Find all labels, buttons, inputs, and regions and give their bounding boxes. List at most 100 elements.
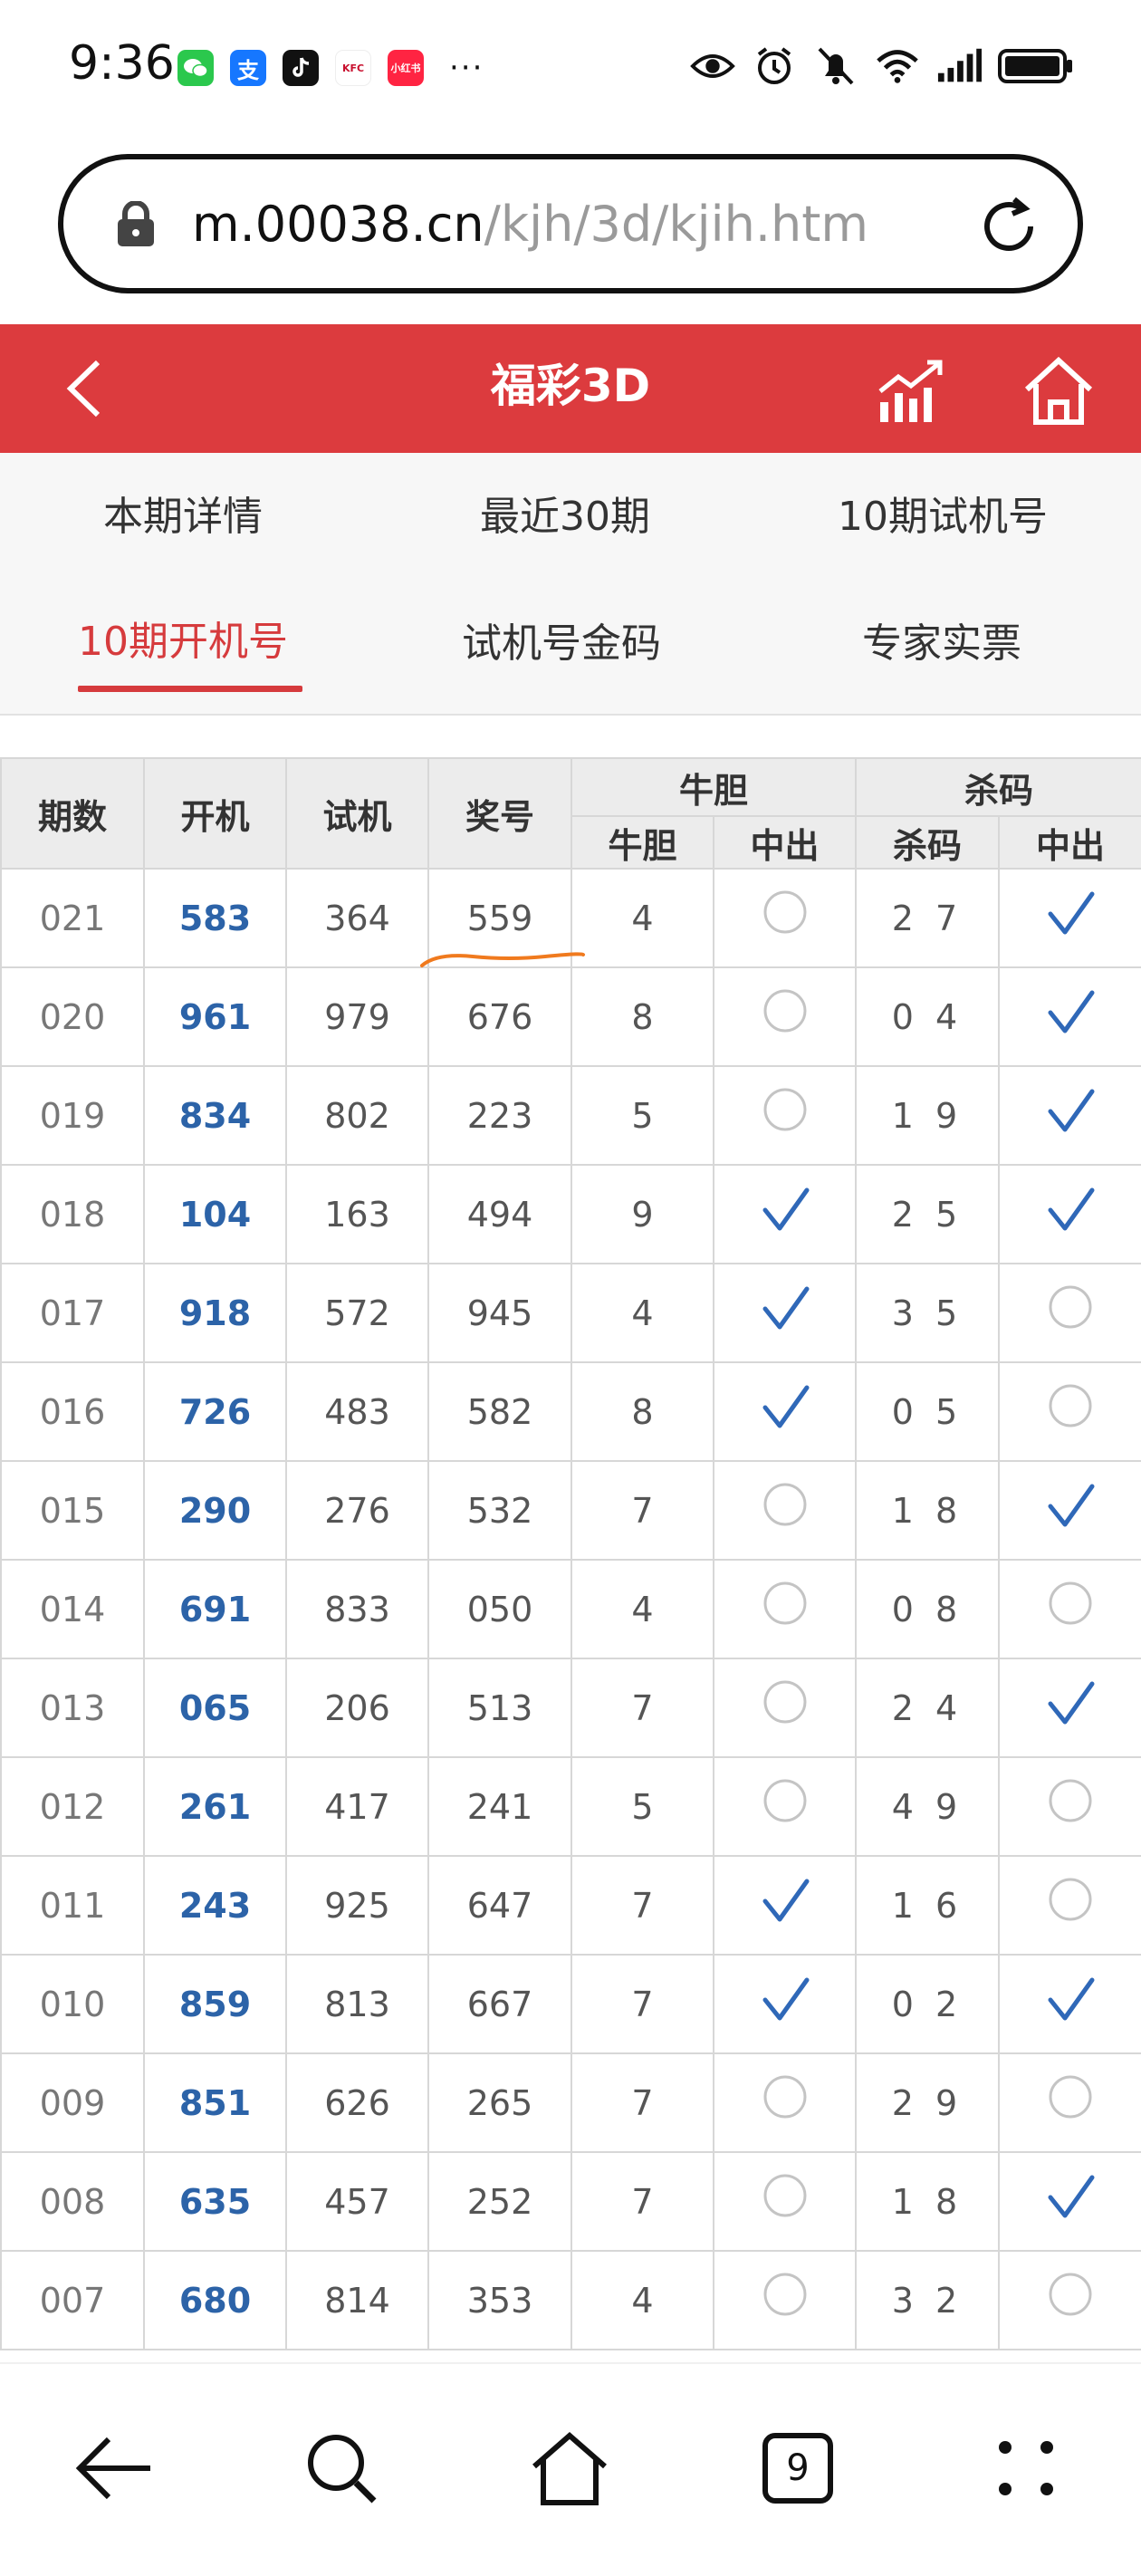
nav-search-button[interactable] [292,2418,391,2518]
cell-prize-number: 667 [427,1954,572,2054]
tab-10-open-numbers[interactable]: 10期开机号 [78,609,288,667]
cell-niudan-hit [712,1164,858,1264]
check-icon [1048,990,1095,1033]
alarm-icon [752,43,797,89]
eye-comfort-icon [690,43,735,89]
reload-icon[interactable] [973,190,1045,263]
search-icon [308,2435,377,2504]
circle-icon [1049,1285,1092,1329]
cell-kill-hit [998,1164,1141,1264]
check-icon [1048,1089,1095,1132]
cell-trial-number: 483 [285,1361,429,1462]
cell-open-number: 583 [143,868,287,968]
cell-niudan: 8 [570,966,714,1067]
cell-niudan-hit [712,1954,858,2054]
header-issue: 期数 [0,757,145,870]
tab-recent-30[interactable]: 最近30期 [480,484,650,542]
cell-trial-number: 833 [285,1559,429,1659]
cell-kill: 2 5 [855,1164,1001,1264]
url-text[interactable]: m.00038.cn/kjh/3d/kjih.htm [192,196,868,253]
cell-kill-hit [998,1460,1141,1561]
cell-niudan-hit [712,1361,858,1462]
cell-issue: 010 [0,1954,145,2054]
cell-prize-number: 265 [427,2052,572,2153]
cell-open-number: 065 [143,1658,287,1758]
cell-open-number: 261 [143,1756,287,1857]
cell-open-number: 726 [143,1361,287,1462]
status-time: 9:36 [69,36,175,91]
circle-icon [763,989,806,1033]
cell-trial-number: 206 [285,1658,429,1758]
check-icon [762,1286,809,1330]
cell-kill: 2 4 [855,1658,1001,1758]
cell-prize-number: 676 [427,966,572,1067]
cell-prize-number: 582 [427,1361,572,1462]
cell-open-number: 918 [143,1263,287,1363]
tab-current-detail[interactable]: 本期详情 [103,484,263,542]
cell-trial-number: 364 [285,868,429,968]
cell-kill-hit [998,1756,1141,1857]
nav-tabs-button[interactable]: 9 [748,2418,848,2518]
circle-icon [1049,2273,1092,2316]
cell-issue: 015 [0,1460,145,1561]
table-body: 021 583 364 559 4 2 7 020 961 979 676 8 0 4 019 834 80… [0,868,1141,2350]
cell-kill-hit [998,1559,1141,1659]
check-icon [762,1977,809,2021]
trend-chart-icon[interactable] [873,351,951,429]
check-icon [762,1385,809,1428]
cell-kill-hit [998,1658,1141,1758]
cell-niudan: 7 [570,1954,714,2054]
cell-open-number: 834 [143,1065,287,1166]
nav-menu-button[interactable] [976,2418,1076,2518]
address-bar[interactable]: m.00038.cn/kjh/3d/kjih.htm [58,154,1083,293]
table-row: 019 834 802 223 5 1 9 [0,1065,1141,1166]
cell-niudan: 4 [570,1263,714,1363]
tab-expert-tickets[interactable]: 专家实票 [862,610,1021,668]
cell-trial-number: 979 [285,966,429,1067]
circle-icon [1049,2075,1092,2119]
table-row: 016 726 483 582 8 0 5 [0,1361,1141,1462]
cell-kill: 0 2 [855,1954,1001,2054]
cell-trial-number: 802 [285,1065,429,1166]
table-row: 017 918 572 945 4 3 5 [0,1263,1141,1363]
cell-prize-number: 647 [427,1855,572,1956]
cell-kill: 1 8 [855,2151,1001,2252]
tab-trial-gold-code[interactable]: 试机号金码 [462,610,661,668]
cell-niudan-hit [712,2151,858,2252]
check-icon [1048,891,1095,935]
circle-icon [763,1581,806,1625]
cell-niudan: 7 [570,1855,714,1956]
arrow-left-icon [75,2437,150,2500]
nav-back-button[interactable] [63,2418,163,2518]
cell-kill: 1 8 [855,1460,1001,1561]
table-row: 007 680 814 353 4 3 2 [0,2250,1141,2350]
header-niudan-hit: 中出 [712,815,858,870]
check-icon [1048,1977,1095,2021]
cell-niudan: 7 [570,1460,714,1561]
alipay-icon: 支 [230,50,266,86]
home-icon[interactable] [1020,351,1098,429]
cell-kill-hit [998,2151,1141,2252]
cell-open-number: 851 [143,2052,287,2153]
table-row: 012 261 417 241 5 4 9 [0,1756,1141,1857]
cell-issue: 012 [0,1756,145,1857]
tab-bar: 本期详情 最近30期 10期试机号 10期开机号 试机号金码 专家实票 [0,453,1141,716]
circle-icon [763,1680,806,1724]
cell-niudan: 4 [570,1559,714,1659]
cell-niudan: 7 [570,2052,714,2153]
cell-niudan: 8 [570,1361,714,1462]
table-row: 015 290 276 532 7 1 8 [0,1460,1141,1561]
cell-prize-number: 494 [427,1164,572,1264]
table-row: 018 104 163 494 9 2 5 [0,1164,1141,1264]
check-icon [762,1187,809,1231]
tab-10-trial-numbers[interactable]: 10期试机号 [838,484,1048,542]
cell-niudan: 4 [570,2250,714,2350]
system-icons [690,43,1074,89]
cell-kill: 0 4 [855,966,1001,1067]
cell-open-number: 243 [143,1855,287,1956]
nav-home-button[interactable] [520,2418,619,2518]
more-notifications-icon: ··· [449,50,484,86]
active-tab-indicator [78,686,302,692]
page-title: 福彩3D [490,360,651,412]
cell-niudan-hit [712,1658,858,1758]
